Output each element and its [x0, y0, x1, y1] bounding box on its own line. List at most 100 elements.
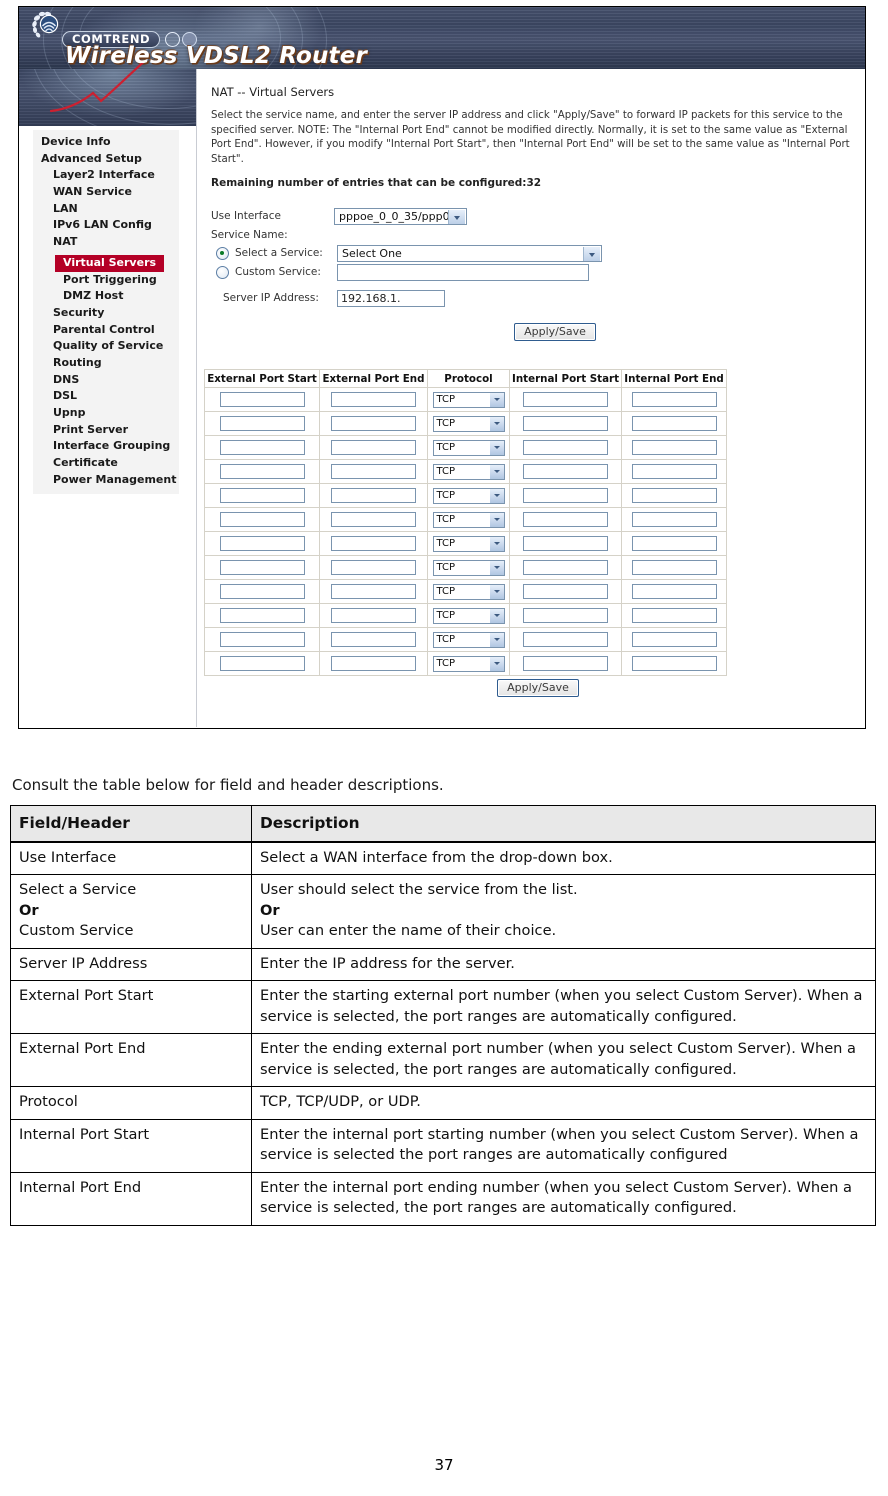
- cell-protocol[interactable]: TCP: [427, 411, 510, 436]
- cell-external-port-end[interactable]: [319, 531, 428, 556]
- cell-external-port-start[interactable]: [204, 603, 320, 628]
- cell-external-port-end[interactable]: [319, 627, 428, 652]
- sidebar-item-port-triggering[interactable]: Port Triggering: [33, 272, 179, 289]
- cell-internal-port-start[interactable]: [508, 555, 623, 580]
- cell-external-port-end[interactable]: [319, 435, 428, 460]
- server-ip-address-input[interactable]: 192.168.1.: [337, 290, 445, 307]
- cell-external-port-start[interactable]: [204, 651, 320, 676]
- sidebar-item-print-server[interactable]: Print Server: [33, 422, 179, 439]
- cell-external-port-start[interactable]: [204, 555, 320, 580]
- chevron-down-icon[interactable]: [489, 632, 504, 647]
- apply-save-button-top[interactable]: Apply/Save: [514, 323, 596, 341]
- cell-external-port-end[interactable]: [319, 459, 428, 484]
- cell-protocol[interactable]: TCP: [427, 531, 510, 556]
- cell-external-port-end[interactable]: [319, 387, 428, 412]
- external-port-end-input[interactable]: [331, 464, 416, 479]
- internal-port-end-input[interactable]: [631, 584, 717, 599]
- cell-external-port-end[interactable]: [319, 507, 428, 532]
- external-port-start-input[interactable]: [219, 392, 305, 407]
- external-port-end-input[interactable]: [331, 392, 416, 407]
- cell-protocol[interactable]: TCP: [427, 507, 510, 532]
- cell-internal-port-end[interactable]: [621, 387, 728, 412]
- external-port-start-input[interactable]: [219, 536, 305, 551]
- internal-port-end-input[interactable]: [631, 656, 717, 671]
- external-port-end-input[interactable]: [331, 512, 416, 527]
- cell-internal-port-end[interactable]: [621, 531, 728, 556]
- internal-port-start-input[interactable]: [523, 416, 609, 431]
- internal-port-start-input[interactable]: [523, 440, 609, 455]
- cell-protocol[interactable]: TCP: [427, 579, 510, 604]
- external-port-end-input[interactable]: [331, 584, 416, 599]
- cell-internal-port-end[interactable]: [621, 627, 728, 652]
- external-port-end-input[interactable]: [331, 440, 416, 455]
- external-port-start-input[interactable]: [219, 656, 305, 671]
- external-port-end-input[interactable]: [331, 560, 416, 575]
- custom-service-radio[interactable]: [216, 266, 229, 279]
- sidebar-item-security[interactable]: Security: [33, 305, 179, 322]
- external-port-end-input[interactable]: [331, 656, 416, 671]
- protocol-select[interactable]: TCP: [432, 415, 505, 432]
- cell-external-port-end[interactable]: [319, 411, 428, 436]
- external-port-end-input[interactable]: [331, 632, 416, 647]
- protocol-select[interactable]: TCP: [432, 439, 505, 456]
- sidebar-item-dmz-host[interactable]: DMZ Host: [33, 288, 179, 305]
- external-port-end-input[interactable]: [331, 608, 416, 623]
- cell-protocol[interactable]: TCP: [427, 483, 510, 508]
- chevron-down-icon[interactable]: [489, 608, 504, 623]
- router-sidebar-nav[interactable]: Device Info Advanced Setup Layer2 Interf…: [33, 130, 179, 495]
- internal-port-start-input[interactable]: [523, 656, 609, 671]
- chevron-down-icon[interactable]: [489, 416, 504, 431]
- cell-protocol[interactable]: TCP: [427, 435, 510, 460]
- chevron-down-icon[interactable]: [489, 464, 504, 479]
- sidebar-item-layer2-interface[interactable]: Layer2 Interface: [33, 167, 179, 184]
- apply-save-button-bottom[interactable]: Apply/Save: [497, 679, 579, 697]
- chevron-down-icon[interactable]: [448, 210, 465, 224]
- protocol-select[interactable]: TCP: [432, 583, 505, 600]
- cell-internal-port-start[interactable]: [508, 603, 623, 628]
- cell-external-port-start[interactable]: [204, 579, 320, 604]
- external-port-start-input[interactable]: [219, 608, 305, 623]
- sidebar-item-routing[interactable]: Routing: [33, 355, 179, 372]
- cell-external-port-end[interactable]: [319, 651, 428, 676]
- external-port-start-input[interactable]: [219, 416, 305, 431]
- sidebar-item-virtual-servers[interactable]: Virtual Servers: [55, 254, 165, 272]
- sidebar-item-power-management[interactable]: Power Management: [33, 472, 179, 489]
- cell-external-port-start[interactable]: [204, 627, 320, 652]
- internal-port-end-input[interactable]: [631, 512, 717, 527]
- cell-internal-port-start[interactable]: [508, 459, 623, 484]
- cell-external-port-start[interactable]: [204, 507, 320, 532]
- protocol-select[interactable]: TCP: [432, 511, 505, 528]
- internal-port-end-input[interactable]: [631, 440, 717, 455]
- chevron-down-icon[interactable]: [489, 440, 504, 455]
- cell-internal-port-start[interactable]: [508, 483, 623, 508]
- chevron-down-icon[interactable]: [489, 560, 504, 575]
- internal-port-end-input[interactable]: [631, 416, 717, 431]
- cell-internal-port-end[interactable]: [621, 507, 728, 532]
- external-port-end-input[interactable]: [331, 488, 416, 503]
- internal-port-end-input[interactable]: [631, 632, 717, 647]
- cell-protocol[interactable]: TCP: [427, 555, 510, 580]
- cell-protocol[interactable]: TCP: [427, 627, 510, 652]
- cell-internal-port-start[interactable]: [508, 435, 623, 460]
- cell-internal-port-start[interactable]: [508, 387, 623, 412]
- external-port-start-input[interactable]: [219, 560, 305, 575]
- sidebar-item-advanced-setup[interactable]: Advanced Setup: [33, 151, 179, 168]
- cell-internal-port-start[interactable]: [508, 531, 623, 556]
- internal-port-end-input[interactable]: [631, 560, 717, 575]
- protocol-select[interactable]: TCP: [432, 487, 505, 504]
- cell-external-port-start[interactable]: [204, 435, 320, 460]
- sidebar-item-quality-of-service[interactable]: Quality of Service: [33, 338, 179, 355]
- external-port-start-input[interactable]: [219, 488, 305, 503]
- cell-internal-port-end[interactable]: [621, 483, 728, 508]
- cell-internal-port-end[interactable]: [621, 411, 728, 436]
- select-a-service-radio[interactable]: [216, 247, 229, 260]
- external-port-start-input[interactable]: [219, 512, 305, 527]
- sidebar-item-lan[interactable]: LAN: [33, 201, 179, 218]
- cell-external-port-end[interactable]: [319, 483, 428, 508]
- cell-protocol[interactable]: TCP: [427, 603, 510, 628]
- chevron-down-icon[interactable]: [489, 536, 504, 551]
- internal-port-end-input[interactable]: [631, 392, 717, 407]
- sidebar-item-parental-control[interactable]: Parental Control: [33, 322, 179, 339]
- chevron-down-icon[interactable]: [489, 488, 504, 503]
- chevron-down-icon[interactable]: [489, 392, 504, 407]
